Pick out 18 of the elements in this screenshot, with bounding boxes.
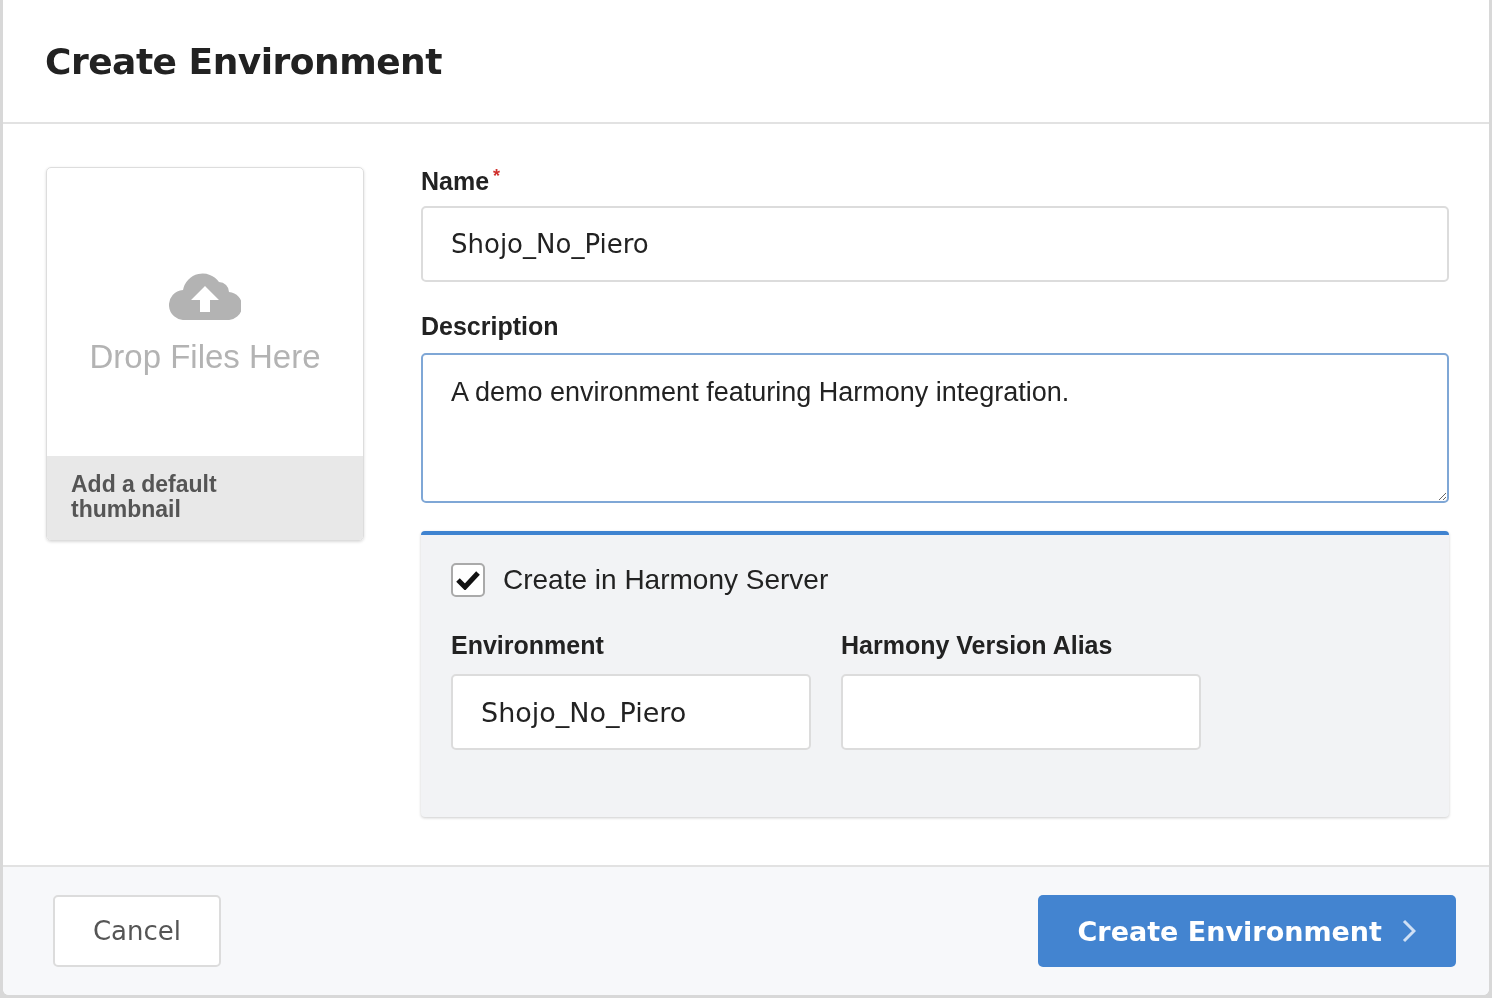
thumbnail-caption[interactable]: Add a default thumbnail: [47, 456, 363, 540]
checkbox[interactable]: [451, 563, 485, 597]
drop-files-text: Drop Files Here: [89, 338, 321, 376]
description-label: Description: [421, 312, 560, 341]
thumbnail-dropzone[interactable]: Drop Files Here Add a default thumbnail: [46, 167, 364, 541]
cancel-button[interactable]: Cancel: [53, 895, 221, 967]
field-label: Environment: [451, 631, 605, 660]
create-environment-button[interactable]: Create Environment: [1037, 895, 1456, 967]
chevron-right-icon: [1402, 919, 1416, 943]
dialog-title: Create Environment: [45, 40, 442, 82]
checkbox-label: Create in Harmony Server: [503, 564, 829, 596]
description-input[interactable]: A demo environment featuring Harmony integration.: [421, 353, 1449, 503]
field-label: Harmony Version Alias: [841, 631, 1114, 660]
required-mark: *: [493, 167, 501, 185]
name-label: Name: [421, 167, 490, 196]
text-input[interactable]: [841, 674, 1201, 750]
name-input[interactable]: Shojo_No_Piero: [421, 206, 1449, 282]
text-input[interactable]: Shojo_No_Piero: [451, 674, 811, 750]
